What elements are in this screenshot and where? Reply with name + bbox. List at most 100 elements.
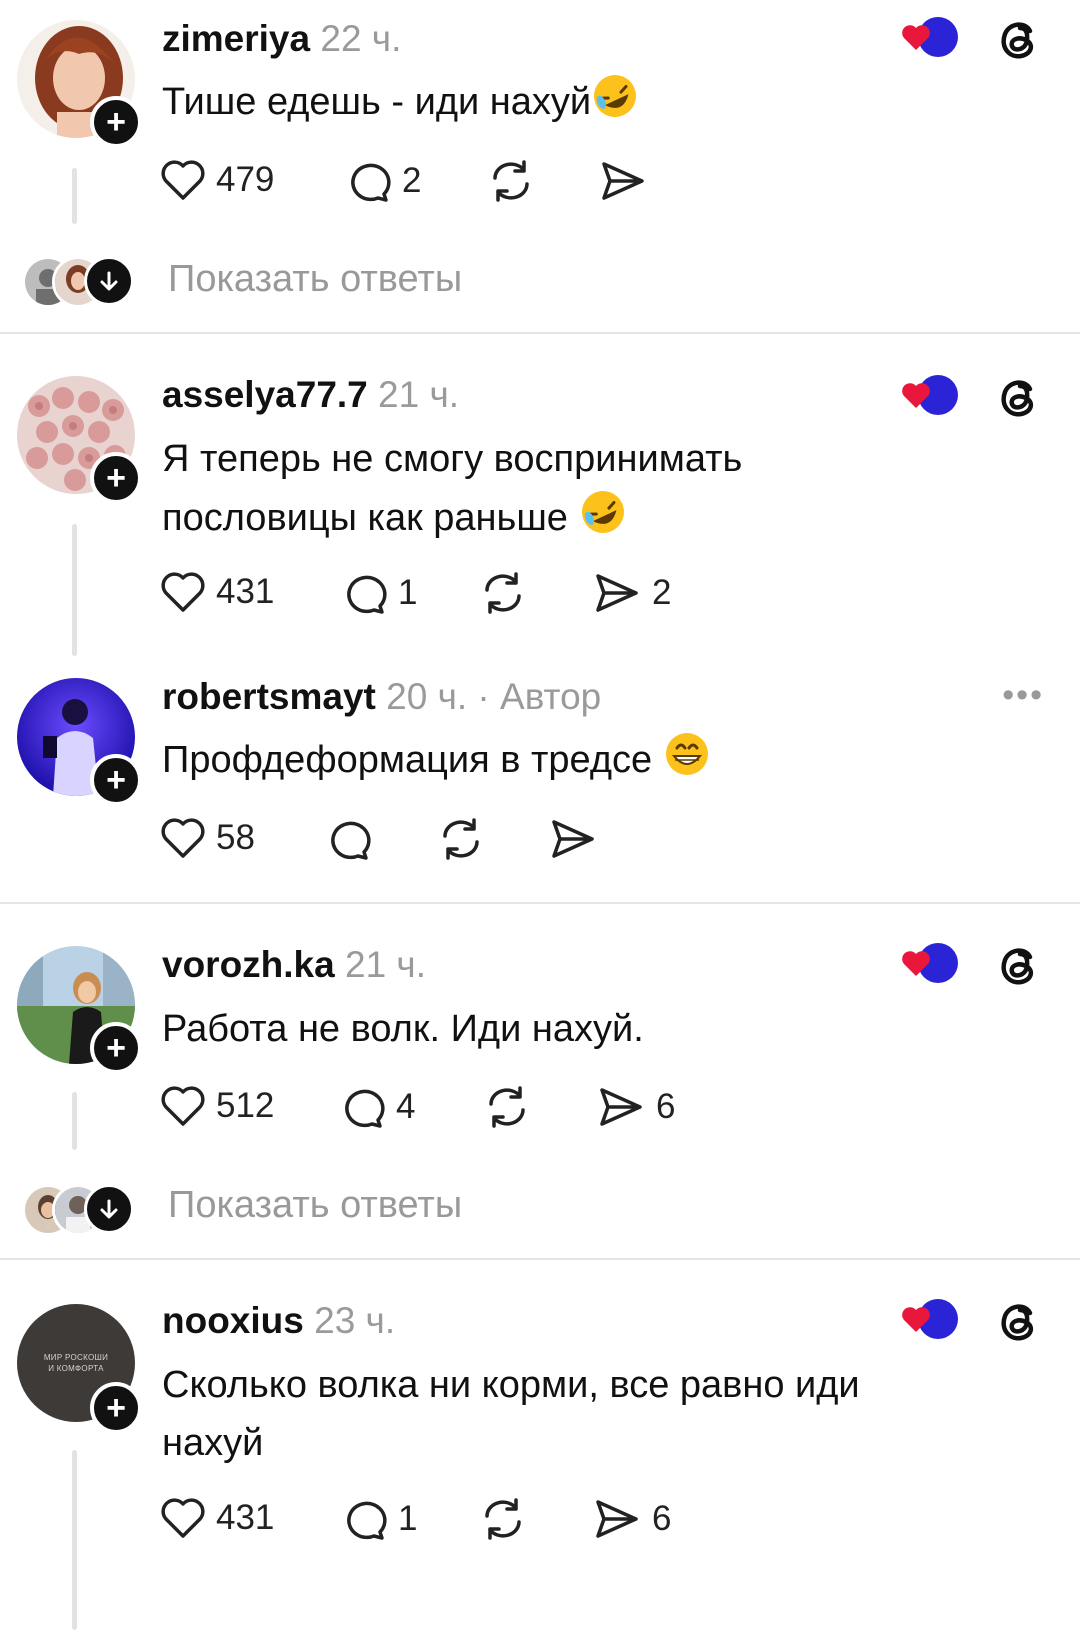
divider [0,1258,1080,1260]
follow-plus-icon[interactable]: + [90,1022,142,1074]
threads-logo-icon[interactable] [996,1298,1042,1344]
rofl-emoji-icon [591,72,639,137]
chevron-down-icon [84,1184,134,1234]
avatar-caption: И КОМФОРТА [48,1364,104,1373]
comment-header: nooxius 23 ч. [162,1300,395,1342]
share-count: 6 [656,1087,676,1126]
send-icon [602,162,644,200]
show-replies-link[interactable]: Показать ответы [168,1184,462,1227]
divider [0,332,1080,334]
follow-plus-icon[interactable]: + [90,754,142,806]
repost-button[interactable] [482,1084,532,1130]
comment-header: asselya77.7 21 ч. [162,374,459,416]
timestamp: 20 ч. [386,676,468,717]
like-button[interactable]: 479 [160,158,274,202]
comment-text: Сколько волка ни корми, все равно иди на… [162,1364,860,1464]
comment-icon [347,1501,387,1540]
threads-logo-icon[interactable] [996,16,1042,62]
threads-logo-icon[interactable] [996,374,1042,420]
like-button[interactable]: 512 [160,1084,274,1128]
comment-button[interactable]: 2 [346,158,421,204]
repost-button[interactable] [478,1496,528,1542]
repost-icon [493,160,529,202]
share-button[interactable] [548,816,598,862]
reaction-badge-icon [898,940,960,991]
send-icon [596,574,638,612]
share-count: 2 [652,573,672,612]
share-count: 6 [652,1499,672,1538]
heart-icon [161,818,205,858]
username[interactable]: robertsmayt [162,676,376,717]
username[interactable]: zimeriya [162,18,310,59]
comment-button[interactable]: 1 [342,570,417,616]
grin-emoji-icon [663,730,711,795]
thread-line [72,168,77,224]
share-button[interactable]: 2 [592,570,671,616]
comment-count: 1 [398,1499,418,1538]
comment-text: Работа не волк. Иди нахуй. [162,1008,644,1050]
author-label: · Автор [477,676,602,717]
heart-icon [161,1498,205,1538]
username[interactable]: nooxius [162,1300,304,1341]
like-count: 58 [216,818,255,857]
comment-button[interactable]: 1 [342,1496,417,1542]
thread-line [72,1450,77,1630]
heart-icon [161,160,205,200]
like-button[interactable]: 58 [160,816,255,860]
timestamp: 21 ч. [345,944,426,985]
timestamp: 21 ч. [378,374,460,415]
show-replies-link[interactable]: Показать ответы [168,258,462,301]
like-button[interactable]: 431 [160,1496,274,1540]
repost-icon [485,572,521,614]
comment-header: zimeriya 22 ч. [162,18,401,60]
reaction-badge-icon [898,1296,960,1347]
like-button[interactable]: 431 [160,570,274,614]
more-options-icon[interactable]: ••• [1002,676,1044,715]
comment-button[interactable] [326,816,372,862]
follow-plus-icon[interactable]: + [90,96,142,148]
like-count: 512 [216,1086,275,1125]
heart-icon [161,1086,205,1126]
comment-count: 1 [398,573,418,612]
comment-count: 2 [402,161,422,200]
reaction-badge-icon [898,14,960,65]
repost-button[interactable] [486,158,536,204]
threads-logo-icon[interactable] [996,942,1042,988]
like-count: 431 [216,1498,275,1537]
share-button[interactable]: 6 [592,1496,671,1542]
comment-text: Я теперь не смогу воспринимать пословицы… [162,430,842,553]
thread-line [72,524,77,656]
repost-button[interactable] [478,570,528,616]
send-icon [552,820,594,858]
comment-icon [351,163,391,202]
comment-icon [347,575,387,614]
comment-button[interactable]: 4 [340,1084,415,1130]
comment-text: Тише едешь - иди нахуй [162,72,982,137]
follow-plus-icon[interactable]: + [90,1382,142,1434]
comment-header: robertsmayt 20 ч. · Автор [162,676,601,718]
share-button[interactable] [598,158,658,204]
comment-icon [345,1089,385,1128]
avatar-caption: МИР РОСКОШИ [43,1353,109,1362]
rofl-emoji-icon [579,488,627,553]
repost-icon [443,818,479,860]
comment-icon [331,821,371,860]
username[interactable]: asselya77.7 [162,374,368,415]
repost-icon [485,1498,521,1540]
like-count: 431 [216,572,275,611]
timestamp: 22 ч. [320,18,402,59]
timestamp: 23 ч. [314,1300,396,1341]
divider [0,902,1080,904]
share-button[interactable]: 6 [596,1084,675,1130]
username[interactable]: vorozh.ka [162,944,335,985]
repost-button[interactable] [436,816,486,862]
chevron-down-icon [84,256,134,306]
heart-icon [161,572,205,612]
reaction-badge-icon [898,372,960,423]
follow-plus-icon[interactable]: + [90,452,142,504]
send-icon [596,1500,638,1538]
comment-count: 4 [396,1087,416,1126]
send-icon [600,1088,642,1126]
thread-line [72,1092,77,1150]
comment-text: Профдеформация в тредсе [162,730,982,795]
